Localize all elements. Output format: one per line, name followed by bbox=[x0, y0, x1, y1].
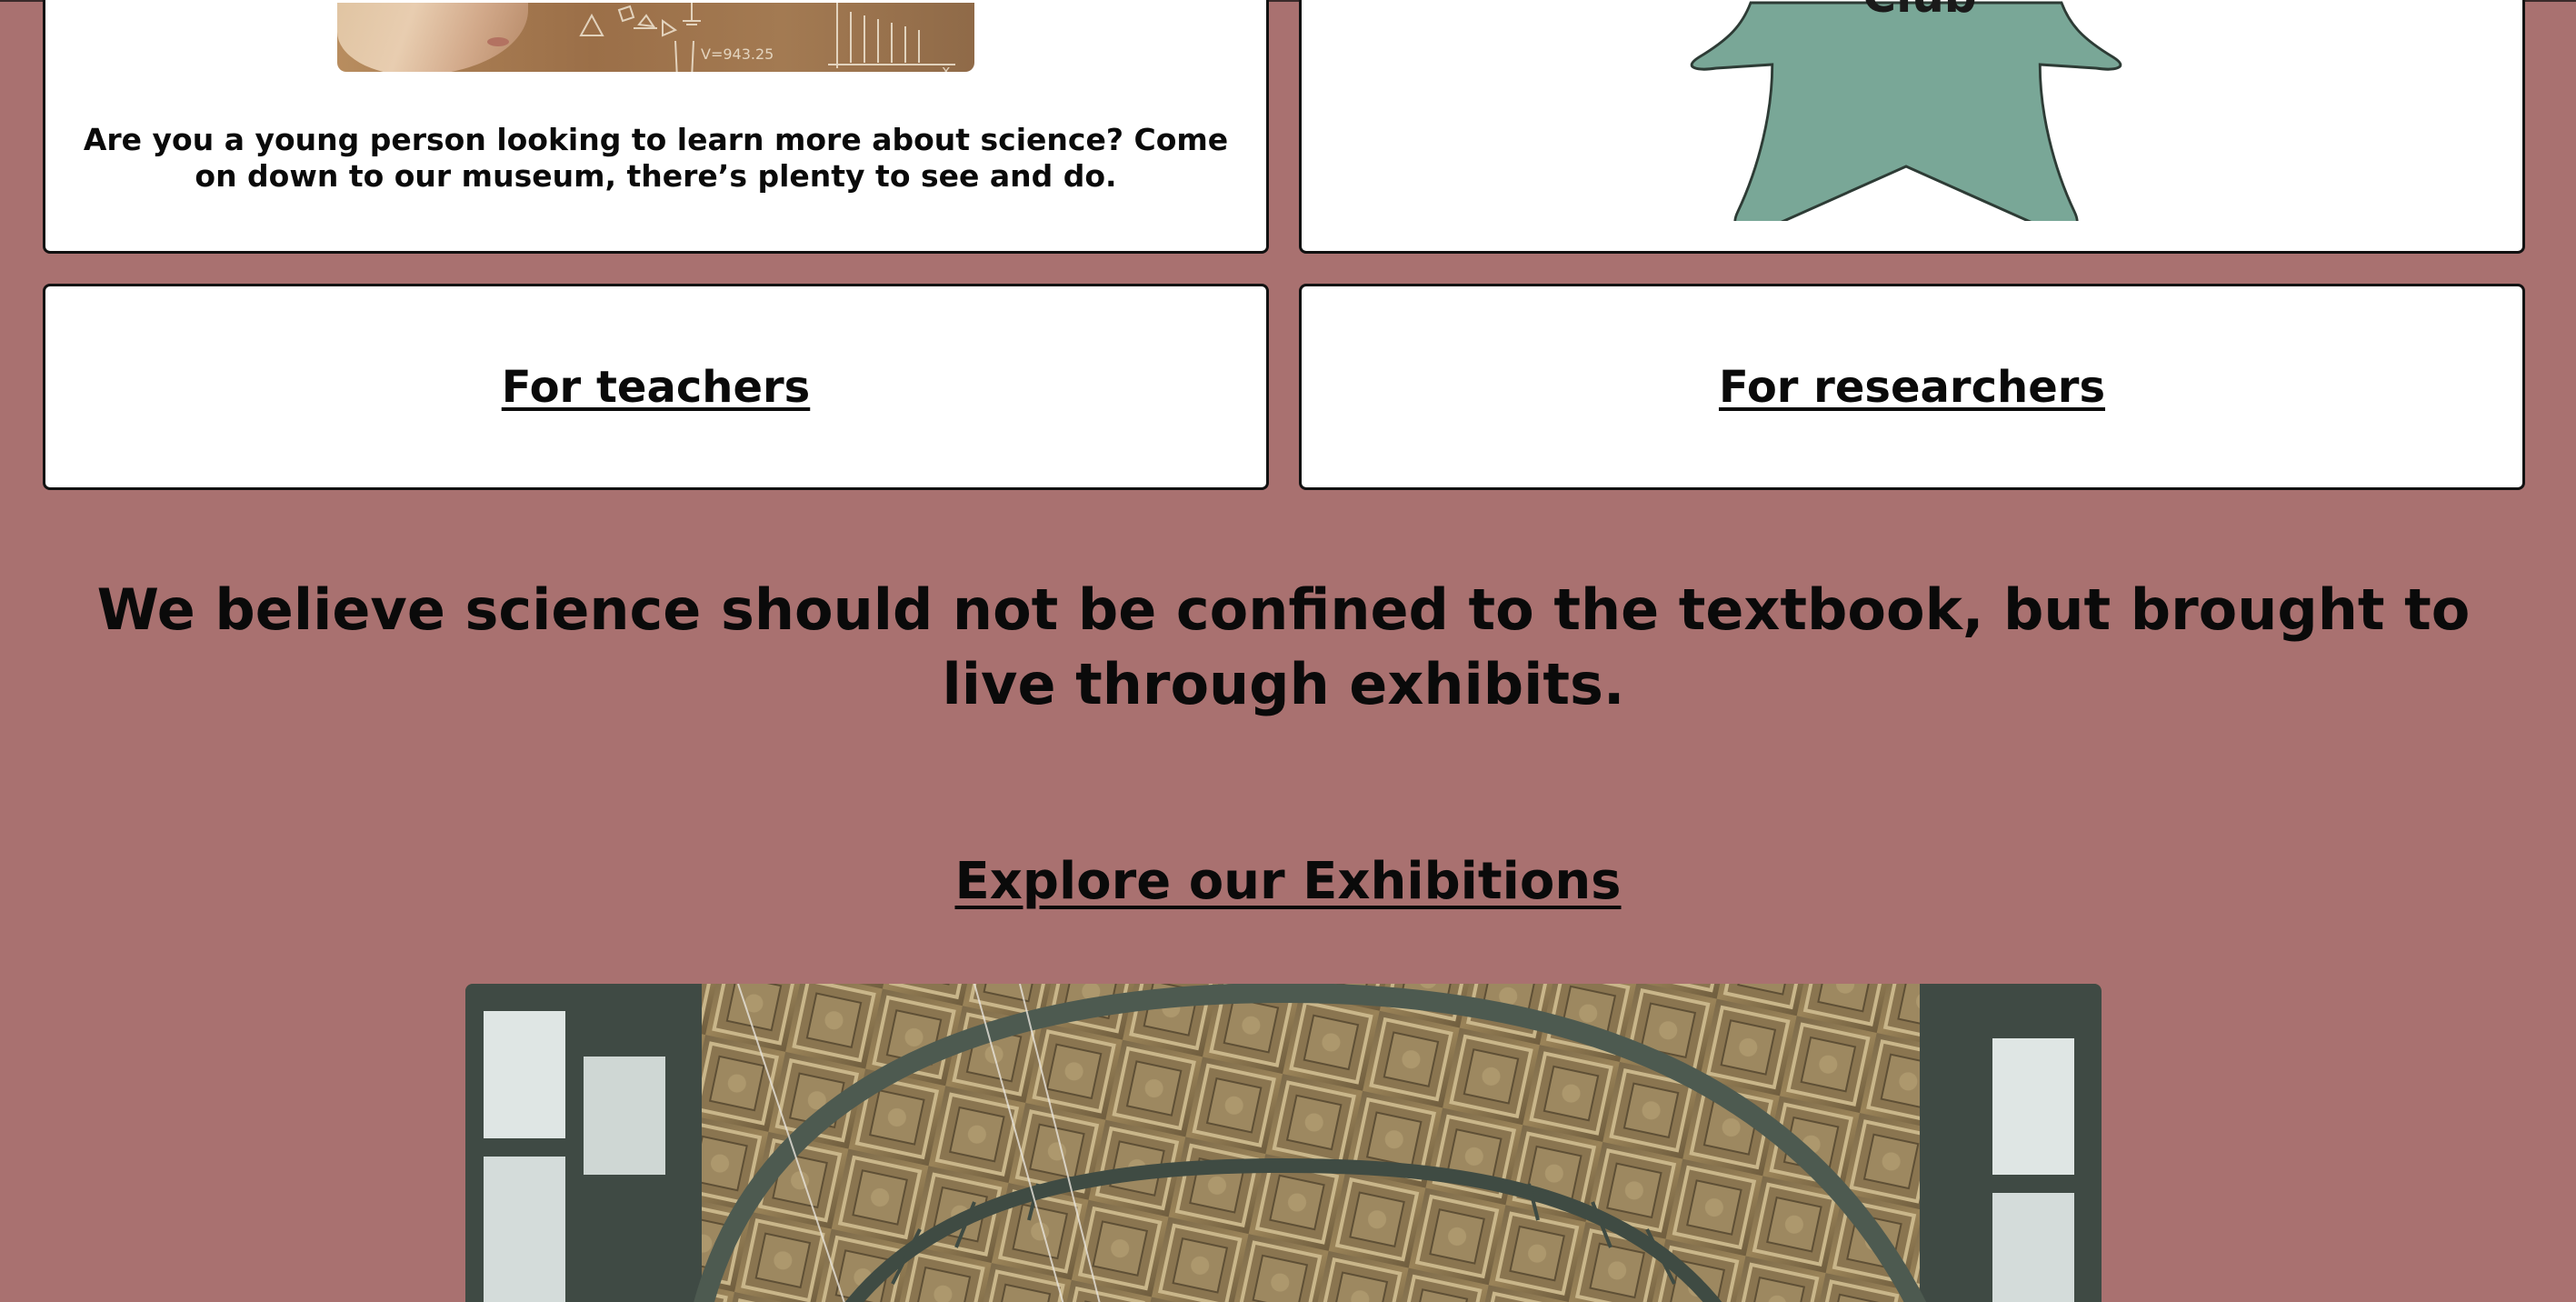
explore-section-heading: Explore our Exhibitions bbox=[0, 846, 2576, 918]
for-teachers-link[interactable]: For teachers bbox=[45, 286, 1266, 487]
exhibition-hall-image bbox=[465, 984, 2102, 1302]
young-person-photo: V=943.25 x bbox=[337, 3, 974, 72]
explore-exhibitions-link[interactable]: Explore our Exhibitions bbox=[954, 852, 1621, 911]
club-star-icon: Club bbox=[1690, 0, 2122, 221]
for-researchers-link[interactable]: For researchers bbox=[1302, 286, 2522, 487]
svg-text:V=943.25: V=943.25 bbox=[701, 45, 774, 63]
page: V=943.25 x Are you a young person lookin… bbox=[0, 0, 2576, 1302]
card-club[interactable]: Club bbox=[1299, 0, 2525, 254]
belief-statement: We believe science should not be confine… bbox=[96, 576, 2471, 717]
card-teachers[interactable]: For teachers bbox=[43, 284, 1269, 490]
lips-image-part bbox=[487, 37, 509, 46]
young-people-description: Are you a young person looking to learn … bbox=[83, 122, 1229, 194]
card-researchers[interactable]: For researchers bbox=[1299, 284, 2525, 490]
exhibition-hall-photo[interactable] bbox=[465, 984, 2102, 1302]
svg-text:x: x bbox=[942, 62, 950, 72]
chalk-drawings: V=943.25 x bbox=[579, 3, 955, 72]
card-young-people[interactable]: V=943.25 x Are you a young person lookin… bbox=[43, 0, 1269, 254]
club-star-label: Club bbox=[1862, 0, 1976, 23]
